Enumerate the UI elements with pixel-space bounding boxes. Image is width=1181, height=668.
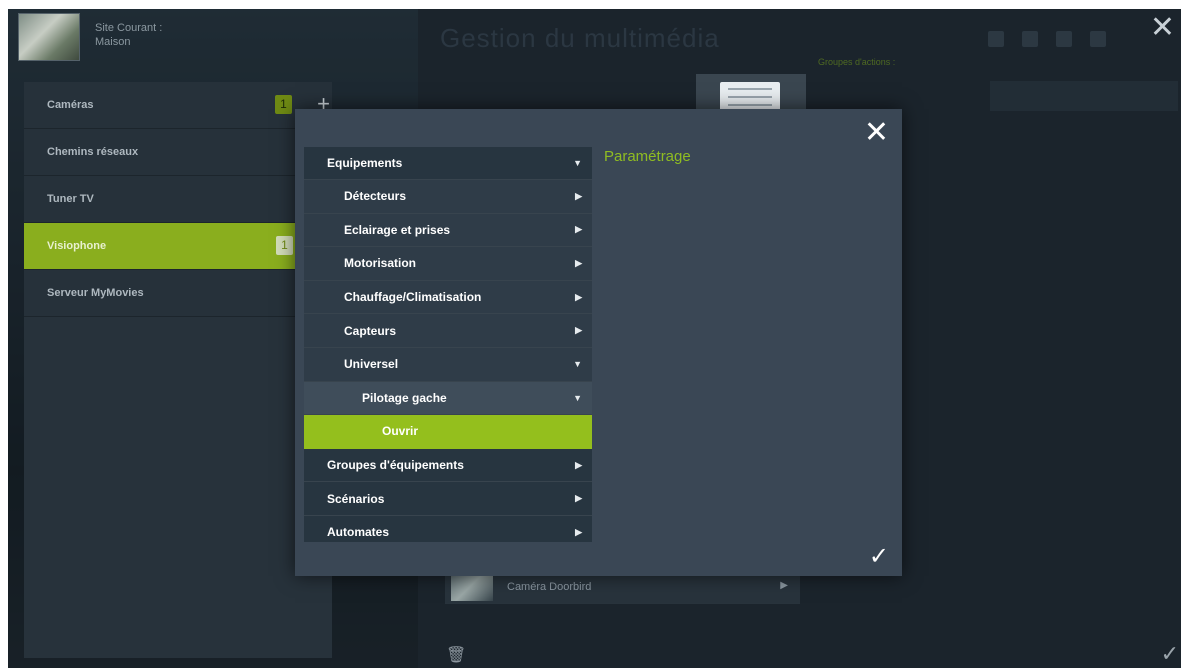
chevron-down-icon: ▼ (573, 359, 582, 370)
param-title: Paramétrage (604, 148, 691, 165)
chevron-right-icon: ▶ (575, 257, 582, 268)
page-title: Gestion du multimédia (440, 23, 720, 53)
category-label: Chemins réseaux (47, 146, 139, 158)
site-label-name: Maison (95, 36, 131, 48)
toolbar-icon[interactable] (1090, 31, 1106, 47)
toolbar-icon[interactable] (988, 31, 1004, 47)
equipment-tree: Equipements ▼ Détecteurs ▶ Eclairage et … (304, 147, 592, 542)
tree-item-automates[interactable]: Automates ▶ (304, 515, 592, 542)
check-icon[interactable]: ✓ (1161, 641, 1179, 667)
toolbar (988, 31, 1128, 51)
camera-label: Caméra Doorbird (507, 581, 592, 593)
chevron-right-icon: ▶ (575, 190, 582, 201)
trash-icon[interactable]: 🗑 (446, 645, 466, 664)
tree-item-eclairage[interactable]: Eclairage et prises ▶ (304, 213, 592, 248)
tree-item-label: Pilotage gache (362, 390, 447, 405)
tree-item-label: Eclairage et prises (344, 222, 451, 237)
camera-list-item[interactable]: Caméra Doorbird ▶ (445, 572, 800, 604)
tree-item-label: Universel (344, 357, 399, 372)
tree-item-capteurs[interactable]: Capteurs ▶ (304, 314, 592, 348)
tree-item-label: Capteurs (344, 323, 397, 338)
category-item-chemins-reseaux[interactable]: Chemins réseaux (24, 129, 332, 176)
camera-thumbnail (451, 575, 493, 601)
count-badge: 1 (275, 95, 292, 114)
count-badge: 1 (276, 236, 293, 255)
tree-item-chauffage[interactable]: Chauffage/Climatisation ▶ (304, 280, 592, 315)
tree-item-label: Chauffage/Climatisation (344, 290, 482, 305)
device-thumbnail (696, 74, 806, 114)
tree-item-motorisation[interactable]: Motorisation ▶ (304, 247, 592, 281)
chevron-down-icon: ▼ (573, 158, 582, 168)
tree-item-label: Scénarios (327, 491, 385, 506)
close-icon[interactable]: ✕ (1150, 13, 1175, 43)
category-label: Serveur MyMovies (47, 287, 144, 299)
groups-select[interactable] (990, 81, 1178, 111)
chevron-right-icon: ▶ (575, 224, 582, 235)
category-list: Caméras 1 + Chemins réseaux Tuner TV Vis… (24, 82, 332, 658)
tree-item-pilotage-gache[interactable]: Pilotage gache ▼ (304, 381, 592, 416)
category-item-cameras[interactable]: Caméras 1 + (24, 82, 332, 129)
category-item-serveur-mymovies[interactable]: Serveur MyMovies (24, 270, 332, 317)
tree-item-ouvrir[interactable]: Ouvrir (304, 415, 592, 449)
tree-item-scenarios[interactable]: Scénarios ▶ (304, 482, 592, 516)
chevron-right-icon: ▶ (575, 526, 582, 537)
tree-item-label: Equipements (327, 156, 403, 170)
groups-label: Groupes d'actions : (818, 57, 896, 67)
tree-item-label: Détecteurs (344, 189, 407, 204)
site-label: Site Courant : Maison (95, 21, 162, 49)
category-item-visiophone[interactable]: Visiophone 1 (24, 223, 332, 270)
toolbar-icon[interactable] (1056, 31, 1072, 47)
confirm-check-icon[interactable]: ✓ (869, 545, 889, 569)
category-label: Visiophone (47, 240, 107, 252)
category-label: Caméras (47, 99, 94, 111)
action-dialog: ✕ Paramétrage Equipements ▼ Détecteurs ▶… (295, 109, 902, 576)
tree-item-label: Motorisation (344, 256, 416, 271)
tree-item-groupes-equipements[interactable]: Groupes d'équipements ▶ (304, 448, 592, 483)
tree-item-label: Groupes d'équipements (327, 458, 464, 473)
tree-item-label: Ouvrir (382, 424, 419, 439)
site-label-title: Site Courant : (95, 22, 163, 34)
close-icon[interactable]: ✕ (864, 118, 889, 148)
chevron-right-icon: ▶ (780, 580, 788, 591)
category-item-tuner-tv[interactable]: Tuner TV (24, 176, 332, 223)
chevron-right-icon: ▶ (575, 493, 582, 504)
tree-item-equipements[interactable]: Equipements ▼ (304, 147, 592, 180)
chevron-right-icon: ▶ (575, 291, 582, 302)
chevron-right-icon: ▶ (575, 459, 582, 470)
tree-item-universel[interactable]: Universel ▼ (304, 347, 592, 382)
tree-item-label: Automates (327, 525, 390, 540)
tree-item-detecteurs[interactable]: Détecteurs ▶ (304, 180, 592, 214)
toolbar-icon[interactable] (1022, 31, 1038, 47)
category-label: Tuner TV (47, 193, 94, 205)
chevron-right-icon: ▶ (575, 325, 582, 336)
chevron-down-icon: ▼ (573, 392, 582, 403)
site-thumbnail[interactable] (18, 13, 80, 61)
